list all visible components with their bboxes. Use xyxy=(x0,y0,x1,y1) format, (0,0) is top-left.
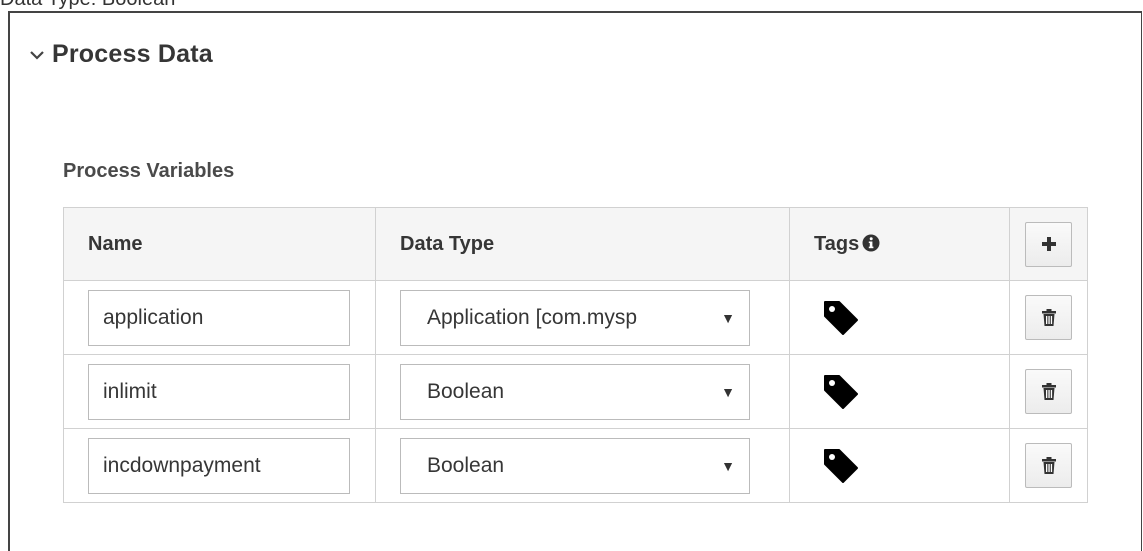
name-cell xyxy=(63,428,376,503)
data-type-selected-value: Boolean xyxy=(427,453,505,477)
column-header-data-type: Data Type xyxy=(375,207,790,281)
tags-cell xyxy=(789,354,1010,429)
trash-icon xyxy=(1041,383,1056,400)
column-header-tags: Tags xyxy=(789,207,1010,281)
variable-name-input[interactable] xyxy=(88,437,350,494)
delete-variable-button[interactable] xyxy=(1025,295,1072,340)
variable-name-input[interactable] xyxy=(88,363,350,420)
caret-down-icon: ▼ xyxy=(721,383,735,400)
table-row: Boolean ▼ xyxy=(63,354,1088,429)
actions-cell xyxy=(1009,428,1088,503)
process-variables-label: Process Variables xyxy=(63,160,235,182)
name-cell xyxy=(63,354,376,429)
trash-icon xyxy=(1041,457,1056,474)
tag-icon[interactable] xyxy=(822,447,860,485)
cropped-top-text: Data Type: Boolean xyxy=(0,0,175,11)
process-data-section-toggle[interactable]: Process Data xyxy=(28,40,213,69)
plus-icon xyxy=(1041,237,1056,251)
actions-cell xyxy=(1009,354,1088,429)
data-type-cell: Boolean ▼ xyxy=(375,428,790,503)
column-header-actions xyxy=(1009,207,1088,281)
trash-icon xyxy=(1041,309,1056,326)
data-type-select[interactable]: Boolean ▼ xyxy=(400,437,750,494)
data-type-cell: Application [com.mysp ▼ xyxy=(375,280,790,355)
column-header-name: Name xyxy=(63,207,376,281)
chevron-down-icon xyxy=(30,50,44,60)
tags-cell xyxy=(789,280,1010,355)
actions-cell xyxy=(1009,280,1088,355)
data-type-selected-value: Application [com.mysp xyxy=(427,305,638,329)
delete-variable-button[interactable] xyxy=(1025,443,1072,488)
tags-cell xyxy=(789,428,1010,503)
tag-icon[interactable] xyxy=(822,373,860,411)
data-type-select[interactable]: Application [com.mysp ▼ xyxy=(400,289,750,346)
table-row: Application [com.mysp ▼ xyxy=(63,280,1088,355)
delete-variable-button[interactable] xyxy=(1025,369,1072,414)
add-variable-button[interactable] xyxy=(1025,221,1072,267)
table-row: Boolean ▼ xyxy=(63,428,1088,503)
info-icon[interactable] xyxy=(862,234,880,252)
table-header-row: Name Data Type Tags xyxy=(63,207,1088,281)
process-variables-table: Name Data Type Tags application Applicat… xyxy=(63,207,1088,503)
data-type-select[interactable]: Boolean ▼ xyxy=(400,363,750,420)
data-type-cell: Boolean ▼ xyxy=(375,354,790,429)
variable-name-input[interactable] xyxy=(88,289,350,346)
caret-down-icon: ▼ xyxy=(721,457,735,474)
tag-icon[interactable] xyxy=(822,299,860,337)
name-cell xyxy=(63,280,376,355)
section-title: Process Data xyxy=(52,40,213,68)
caret-down-icon: ▼ xyxy=(721,309,735,326)
data-type-selected-value: Boolean xyxy=(427,379,505,403)
